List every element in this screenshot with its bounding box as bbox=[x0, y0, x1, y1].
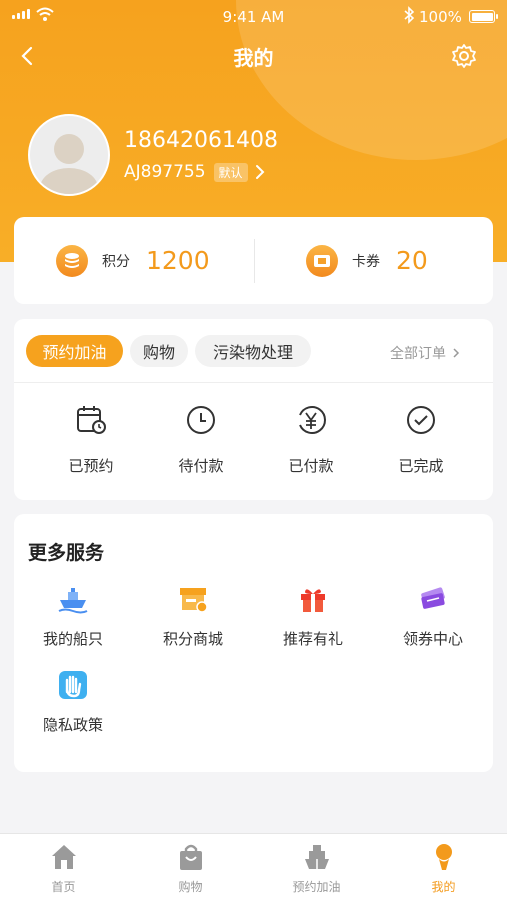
ticket-icon bbox=[306, 244, 338, 277]
services-card: 更多服务 我的船只 积分商城 推荐有礼 领券中心 隐私政策 bbox=[14, 514, 493, 772]
nav-bar: 我的 bbox=[0, 36, 507, 76]
service-label: 隐私政策 bbox=[42, 716, 103, 734]
user-id: AJ897755 bbox=[124, 162, 206, 182]
tab-mine[interactable]: 我的 bbox=[380, 842, 507, 895]
boat-icon bbox=[304, 845, 329, 869]
tab-label: 我的 bbox=[431, 880, 456, 894]
tab-label: 首页 bbox=[51, 880, 76, 894]
all-orders-link[interactable]: 全部订单 bbox=[390, 343, 460, 363]
service-privacy-policy[interactable]: 隐私政策 bbox=[18, 668, 128, 735]
gear-icon[interactable] bbox=[451, 43, 477, 69]
tab-shopping-nav[interactable]: 购物 bbox=[127, 842, 254, 895]
order-status-unpaid[interactable]: 待付款 bbox=[146, 403, 256, 476]
gift-icon bbox=[301, 589, 325, 612]
service-my-ships[interactable]: 我的船只 bbox=[18, 582, 128, 649]
battery-icon bbox=[469, 10, 498, 23]
coupons-item[interactable]: 卡券 20 bbox=[306, 217, 428, 304]
order-status-label: 待付款 bbox=[178, 457, 224, 475]
order-status-label: 已付款 bbox=[288, 457, 334, 475]
service-coupon-center[interactable]: 领券中心 bbox=[378, 582, 488, 649]
bluetooth-icon bbox=[404, 6, 415, 24]
tab-label: 预约加油 bbox=[292, 880, 341, 894]
all-orders-label: 全部订单 bbox=[390, 346, 446, 362]
service-label: 积分商城 bbox=[162, 630, 223, 648]
user-id-row[interactable]: AJ897755 默认 bbox=[124, 162, 266, 182]
points-value: 1200 bbox=[146, 246, 210, 275]
order-status-label: 已预约 bbox=[68, 457, 114, 475]
coins-icon bbox=[56, 244, 88, 277]
coupon-icon bbox=[421, 587, 445, 609]
home-icon bbox=[51, 845, 76, 869]
page-title: 我的 bbox=[233, 46, 274, 70]
order-status-paid[interactable]: 已付款 bbox=[256, 403, 366, 476]
status-bar: 9:41 AM 100% bbox=[0, 0, 507, 34]
avatar[interactable] bbox=[28, 114, 110, 196]
points-item[interactable]: 积分 1200 bbox=[56, 217, 210, 304]
order-status-booked[interactable]: 已预约 bbox=[36, 403, 146, 476]
tab-label: 购物 bbox=[178, 880, 203, 894]
services-title: 更多服务 bbox=[28, 542, 105, 564]
tab-refuel-booking[interactable]: 预约加油 bbox=[26, 335, 123, 367]
service-referral-gift[interactable]: 推荐有礼 bbox=[258, 582, 368, 649]
order-status-label: 已完成 bbox=[398, 457, 444, 475]
points-label: 积分 bbox=[102, 253, 130, 270]
coupons-value: 20 bbox=[396, 246, 428, 275]
orders-divider bbox=[14, 382, 493, 383]
tab-home[interactable]: 首页 bbox=[0, 842, 127, 895]
service-label: 推荐有礼 bbox=[282, 630, 343, 648]
check-circle-icon bbox=[407, 406, 435, 434]
tab-refuel-nav[interactable]: 预约加油 bbox=[253, 842, 380, 895]
shop-icon bbox=[180, 588, 208, 613]
service-label: 领券中心 bbox=[402, 630, 463, 648]
clock-icon bbox=[187, 406, 215, 434]
ship-icon bbox=[58, 588, 88, 614]
hand-icon bbox=[59, 671, 87, 699]
tab-pollutant[interactable]: 污染物处理 bbox=[195, 335, 311, 367]
points-divider bbox=[254, 239, 255, 283]
chevron-right-icon bbox=[453, 348, 460, 358]
user-icon bbox=[435, 844, 452, 870]
points-card: 积分 1200 卡券 20 bbox=[14, 217, 493, 304]
user-phone: 18642061408 bbox=[124, 128, 278, 153]
default-tag: 默认 bbox=[213, 162, 248, 182]
orders-card: 预约加油 购物 污染物处理 全部订单 已预约 待付款 已付款 已完成 bbox=[14, 319, 493, 500]
chevron-right-icon bbox=[255, 165, 264, 179]
battery-percentage: 100% bbox=[419, 8, 462, 26]
order-status-completed[interactable]: 已完成 bbox=[366, 403, 476, 476]
bottom-tab-bar: 首页 购物 预约加油 我的 bbox=[0, 833, 507, 900]
calendar-clock-icon bbox=[77, 406, 106, 434]
yen-icon bbox=[299, 406, 326, 434]
service-points-mall[interactable]: 积分商城 bbox=[138, 582, 248, 649]
service-label: 我的船只 bbox=[42, 630, 103, 648]
coupons-label: 卡券 bbox=[352, 253, 380, 270]
shopping-bag-icon bbox=[179, 844, 202, 870]
tab-shopping[interactable]: 购物 bbox=[130, 335, 188, 367]
